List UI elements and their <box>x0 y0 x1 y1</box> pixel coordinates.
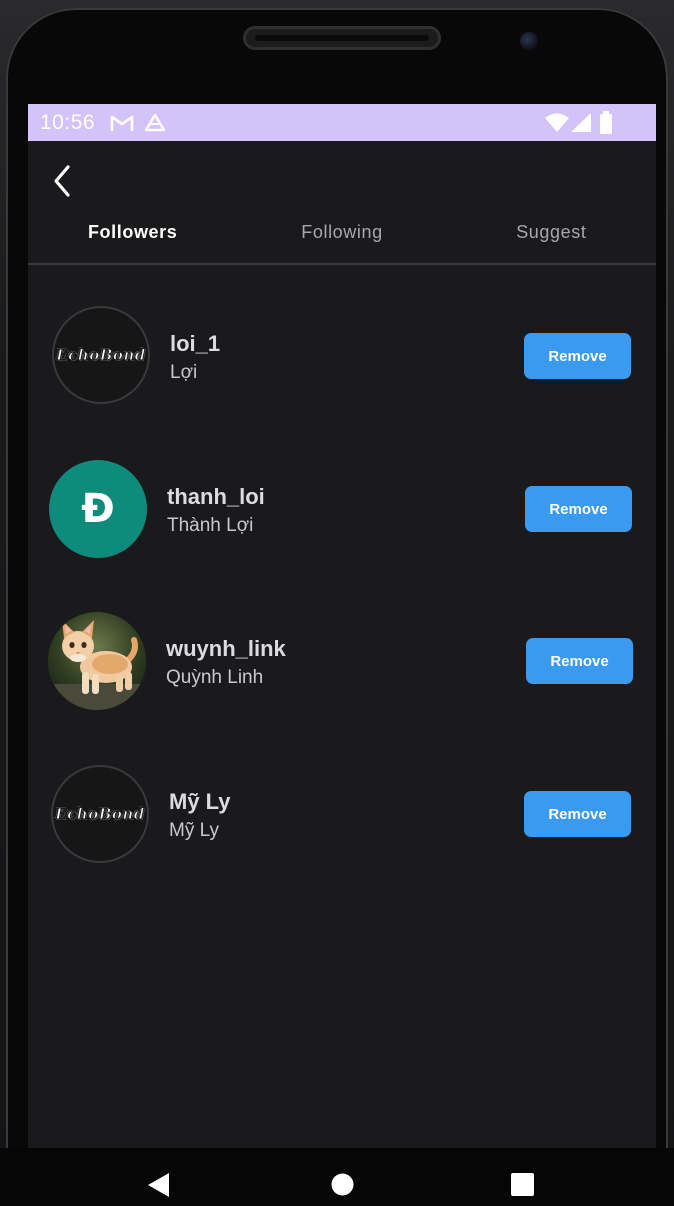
battery-icon <box>600 111 612 134</box>
list-item: Đ thanh_loi Thành Lợi Remove <box>28 417 656 558</box>
tab-followers[interactable]: Followers <box>28 211 237 263</box>
back-triangle-icon <box>148 1173 169 1197</box>
nav-recents-button[interactable] <box>511 1173 534 1201</box>
tab-bar: Followers Following Suggest <box>28 211 656 265</box>
system-nav-bar <box>0 1148 674 1206</box>
list-item: EchoBond loi_1 Lợi Remove <box>28 264 656 404</box>
avatar[interactable]: EchoBond <box>51 765 149 863</box>
wifi-icon <box>545 113 569 132</box>
list-item: wuynh_link Quỳnh Linh Remove <box>28 569 656 710</box>
tab-suggest[interactable]: Suggest <box>447 211 656 263</box>
list-item: EchoBond Mỹ Ly Mỹ Ly Remove <box>28 722 656 863</box>
nav-home-button[interactable] <box>331 1173 354 1201</box>
nav-back-button[interactable] <box>147 1172 171 1203</box>
avatar[interactable]: EchoBond <box>52 306 150 404</box>
follower-full-name: Quỳnh Linh <box>166 667 264 688</box>
echobond-logo: EchoBond <box>55 805 145 824</box>
signal-icon <box>571 113 591 132</box>
follower-full-name: Lợi <box>170 362 198 383</box>
follower-full-name: Mỹ Ly <box>169 820 219 841</box>
avatar[interactable] <box>48 612 146 710</box>
back-button[interactable] <box>46 161 78 201</box>
follower-username[interactable]: thanh_loi <box>167 484 265 510</box>
kitten-photo <box>48 612 146 710</box>
avatar-letter: Đ <box>81 486 115 532</box>
follower-username[interactable]: wuynh_link <box>166 636 286 662</box>
status-bar: 10:56 <box>28 104 656 141</box>
app-bar <box>28 141 656 211</box>
remove-button[interactable]: Remove <box>524 333 631 379</box>
remove-button[interactable]: Remove <box>524 791 631 837</box>
follower-username[interactable]: Mỹ Ly <box>169 789 231 815</box>
home-circle-icon <box>331 1173 354 1196</box>
earpiece-speaker <box>243 26 441 50</box>
avatar[interactable]: Đ <box>49 460 147 558</box>
drive-icon <box>144 113 166 132</box>
remove-button[interactable]: Remove <box>526 638 633 684</box>
phone-device: 10:56 Followers Following Suggest EchoBo… <box>0 0 674 1206</box>
follower-username[interactable]: loi_1 <box>170 331 220 357</box>
recents-square-icon <box>511 1173 534 1196</box>
gmail-icon <box>110 115 134 131</box>
status-time: 10:56 <box>40 111 96 134</box>
tab-following[interactable]: Following <box>237 211 446 263</box>
echobond-logo: EchoBond <box>56 346 146 365</box>
chevron-left-icon <box>54 165 70 197</box>
app-screen: 10:56 Followers Following Suggest EchoBo… <box>28 104 656 1206</box>
front-camera <box>520 32 538 50</box>
remove-button[interactable]: Remove <box>525 486 632 532</box>
follower-full-name: Thành Lợi <box>167 515 254 536</box>
